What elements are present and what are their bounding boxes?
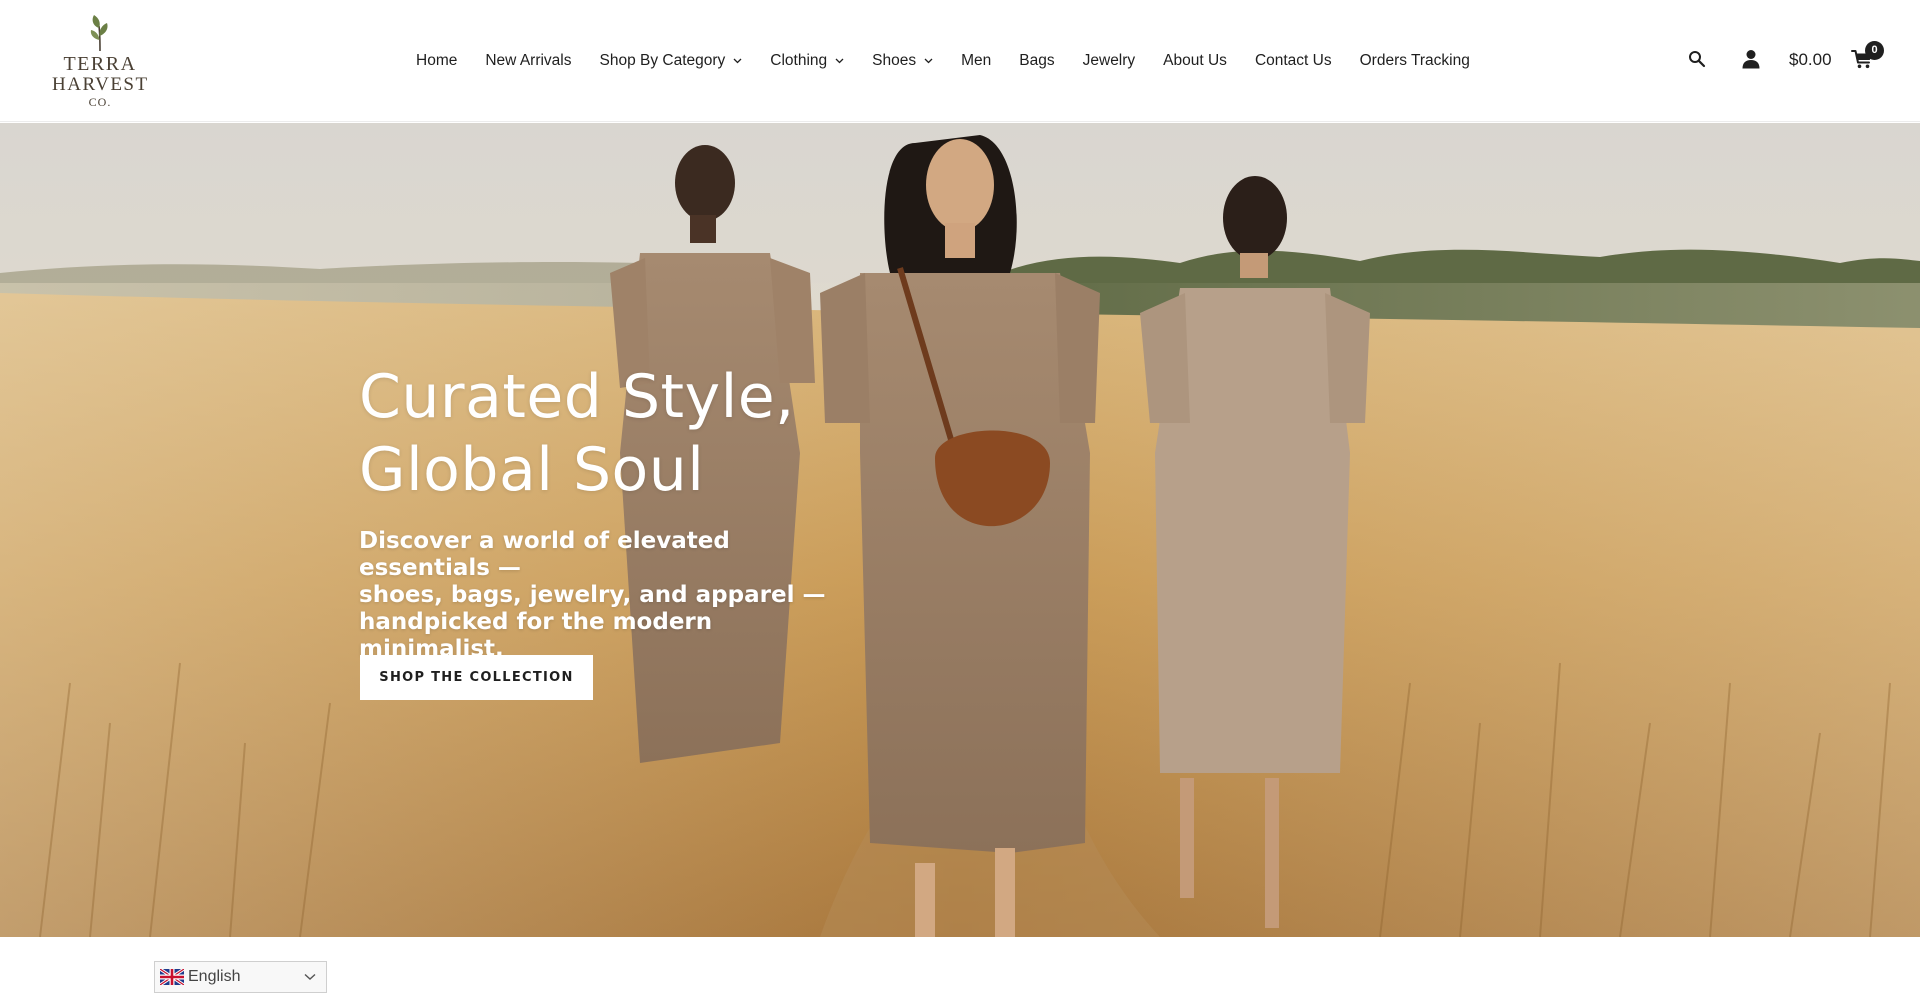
hero-title-line: Curated Style, bbox=[359, 362, 795, 432]
nav-item-label: Orders Tracking bbox=[1359, 52, 1470, 69]
nav-item-label: Clothing bbox=[770, 52, 828, 69]
nav-item-new-arrivals[interactable]: New Arrivals bbox=[485, 52, 571, 70]
nav-item-home[interactable]: Home bbox=[416, 52, 457, 70]
logo-text-line: HARVEST bbox=[52, 74, 149, 95]
nav-item-clothing[interactable]: Clothing bbox=[770, 52, 844, 70]
hero-title-line: Global Soul bbox=[359, 435, 705, 505]
logo-text-line: CO. bbox=[88, 95, 112, 109]
language-label: English bbox=[188, 968, 241, 985]
site-header: TERRA HARVEST CO. Home New Arrivals Shop… bbox=[0, 0, 1920, 122]
nav-item-label: Men bbox=[961, 52, 992, 69]
language-selector[interactable]: English bbox=[154, 961, 327, 993]
search-icon bbox=[1689, 51, 1706, 68]
search-button[interactable] bbox=[1688, 50, 1708, 70]
nav-item-orders-tracking[interactable]: Orders Tracking bbox=[1360, 52, 1470, 70]
leaf-icon bbox=[90, 15, 108, 52]
uk-flag-icon bbox=[160, 969, 184, 985]
chevron-down-icon bbox=[924, 58, 933, 64]
hero-subtitle-line: Discover a world of elevated essentials … bbox=[359, 528, 730, 581]
chevron-down-icon bbox=[304, 973, 316, 980]
main-nav: Home New Arrivals Shop By Category Cloth… bbox=[416, 0, 1498, 122]
hero-title: Curated Style, Global Soul bbox=[359, 361, 919, 507]
shop-collection-button[interactable]: SHOP THE COLLECTION bbox=[360, 655, 593, 700]
nav-item-label: Shoes bbox=[872, 52, 917, 69]
nav-item-shop-by-category[interactable]: Shop By Category bbox=[600, 52, 743, 70]
brand-logo[interactable]: TERRA HARVEST CO. bbox=[52, 14, 149, 109]
chevron-down-icon bbox=[835, 58, 844, 64]
nav-item-label: Jewelry bbox=[1082, 52, 1136, 69]
user-icon bbox=[1742, 50, 1760, 69]
nav-item-label: Contact Us bbox=[1254, 52, 1332, 69]
nav-item-men[interactable]: Men bbox=[961, 52, 991, 70]
chevron-down-icon bbox=[733, 58, 742, 64]
hero-banner: Curated Style, Global Soul Discover a wo… bbox=[0, 123, 1920, 937]
hero-subtitle-line: shoes, bags, jewelry, and apparel — bbox=[359, 582, 826, 608]
nav-item-shoes[interactable]: Shoes bbox=[872, 52, 933, 70]
nav-item-contact-us[interactable]: Contact Us bbox=[1255, 52, 1332, 70]
logo-text-line: TERRA bbox=[63, 53, 137, 75]
hero-image bbox=[0, 123, 1920, 937]
nav-item-label: Shop By Category bbox=[599, 52, 726, 69]
cart-total[interactable]: $0.00 bbox=[1789, 50, 1832, 70]
nav-item-label: Bags bbox=[1019, 52, 1055, 69]
nav-item-jewelry[interactable]: Jewelry bbox=[1083, 52, 1136, 70]
nav-item-label: New Arrivals bbox=[485, 52, 572, 69]
cart-count-badge: 0 bbox=[1865, 41, 1884, 60]
nav-item-about-us[interactable]: About Us bbox=[1163, 52, 1227, 70]
hero-subtitle: Discover a world of elevated essentials … bbox=[359, 528, 859, 663]
nav-item-label: Home bbox=[416, 52, 458, 69]
account-button[interactable] bbox=[1742, 49, 1762, 71]
nav-item-label: About Us bbox=[1163, 52, 1227, 69]
nav-item-bags[interactable]: Bags bbox=[1019, 52, 1054, 70]
